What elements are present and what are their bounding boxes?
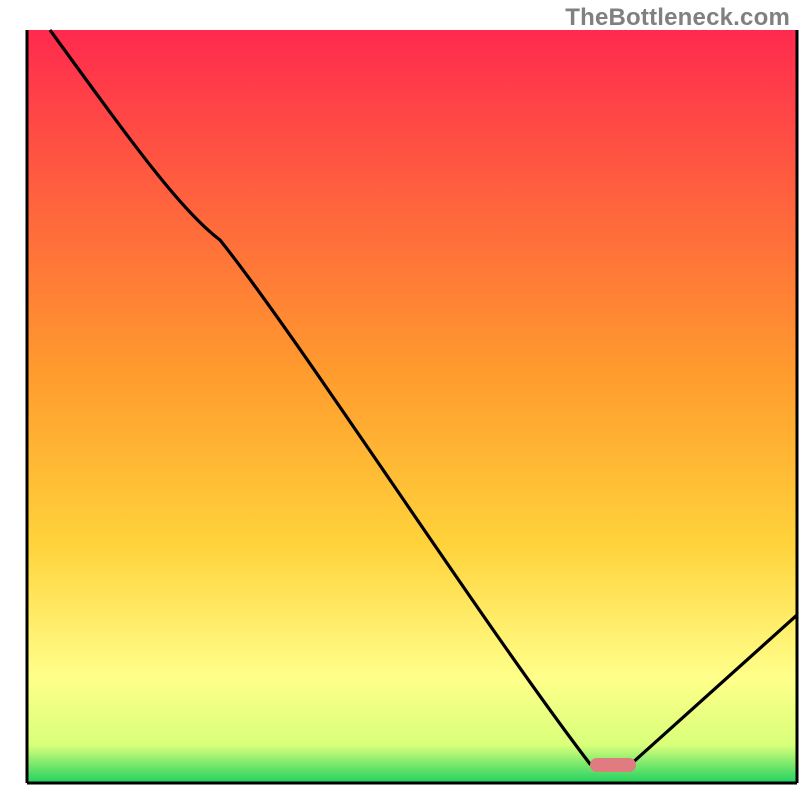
plot-background <box>27 30 797 783</box>
optimal-marker <box>590 758 636 772</box>
chart-container: TheBottleneck.com <box>0 0 800 800</box>
bottleneck-chart <box>0 0 800 800</box>
watermark: TheBottleneck.com <box>565 4 790 32</box>
